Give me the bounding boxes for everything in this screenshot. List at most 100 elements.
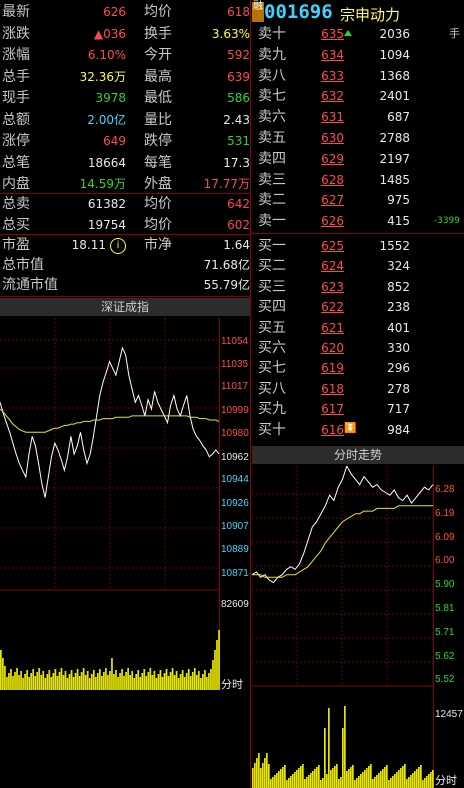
volume-bar — [199, 678, 202, 690]
volume-bar — [324, 728, 326, 788]
order-price[interactable]: 617 — [314, 399, 344, 420]
volume-bar — [310, 773, 312, 788]
order-price[interactable]: 624 — [314, 256, 344, 277]
order-price[interactable]: 631 — [314, 107, 344, 128]
volume-bar — [50, 677, 53, 690]
order-price[interactable]: 632 — [314, 86, 344, 107]
order-label: 卖九 — [258, 46, 286, 63]
y-axis-label: 6.19 — [435, 508, 455, 519]
order-row-buy[interactable]: 买六 620 330 — [252, 338, 464, 359]
field-value: 592 — [227, 48, 250, 62]
order-row-sell[interactable]: 卖八 633 1368 — [252, 66, 464, 87]
field-label: 均价 — [144, 196, 172, 212]
order-price[interactable]: 626 — [314, 211, 344, 232]
order-volume: 2401 — [379, 89, 410, 104]
volume-bar — [107, 675, 109, 690]
volume-bar — [159, 670, 162, 690]
order-row-sell[interactable]: 卖三 628 1485 — [252, 170, 464, 191]
divider — [0, 296, 251, 297]
field-value: 2.43 — [223, 112, 250, 127]
volume-bar — [316, 767, 318, 788]
order-row-sell[interactable]: 卖六 631 687 — [252, 107, 464, 128]
order-row-buy[interactable]: 买二 624 324 — [252, 256, 464, 277]
field-value: 71.68亿 — [203, 258, 250, 272]
intraday-chart[interactable] — [252, 466, 464, 788]
volume-bar — [189, 676, 192, 690]
order-row-buy[interactable]: 买五 621 401 — [252, 318, 464, 339]
volume-bar — [346, 771, 348, 788]
order-row-buy[interactable]: 买八 618 278 — [252, 379, 464, 400]
volume-bar — [165, 669, 168, 690]
volume-bar — [320, 780, 322, 788]
order-price[interactable]: 630 — [314, 128, 344, 149]
order-price[interactable]: 627 — [314, 190, 344, 211]
y-axis-label: 5.52 — [435, 674, 455, 685]
volume-bar — [364, 770, 366, 788]
volume-bar — [48, 670, 51, 690]
volume-bar — [121, 669, 123, 690]
quote-row: 市盈 18.11 i 市净 1.64 — [0, 235, 250, 256]
volume-bar — [117, 677, 119, 690]
volume-bar — [177, 678, 180, 690]
order-row-buy[interactable]: 买四 622 238 — [252, 297, 464, 318]
volume-bar — [113, 674, 115, 690]
field-value: 642 — [227, 197, 250, 211]
volume-bar — [418, 767, 420, 788]
field-label: 最低 — [144, 90, 172, 106]
y-axis-label: 5.81 — [435, 603, 455, 614]
order-row-sell[interactable]: 卖二 627 975 — [252, 190, 464, 211]
order-price[interactable]: 628 — [314, 170, 344, 191]
order-row-sell[interactable]: 卖五 630 2788 — [252, 128, 464, 149]
order-extra: -3399 — [433, 216, 460, 227]
order-row-buy[interactable]: 买七 619 296 — [252, 358, 464, 379]
field-value: 18.11 — [71, 238, 106, 252]
field-value: 6.10% — [87, 48, 126, 62]
order-price[interactable]: 635 — [314, 24, 344, 45]
volume-bar — [426, 776, 428, 788]
order-volume: 1094 — [379, 47, 410, 62]
volume-bar — [149, 668, 152, 690]
order-row-sell[interactable]: 卖一 626 415 -3399 — [252, 211, 464, 232]
order-price[interactable]: 625 — [314, 236, 344, 257]
order-price[interactable]: 634 — [314, 45, 344, 66]
order-price[interactable]: 620 — [314, 338, 344, 359]
order-row-sell[interactable]: 卖七 632 2401 — [252, 86, 464, 107]
order-row-buy[interactable]: 买一 625 1552 — [252, 236, 464, 257]
volume-bar — [26, 670, 28, 690]
volume-bar — [422, 780, 424, 788]
order-price[interactable]: 616 — [314, 420, 344, 441]
index-chart[interactable] — [0, 318, 250, 690]
field-value: 55.79亿 — [203, 278, 250, 292]
order-label: 卖十 — [258, 26, 286, 42]
intraday-chart-title[interactable]: 分时走势 — [252, 446, 464, 464]
info-icon[interactable]: i — [110, 238, 126, 254]
volume-bar — [296, 770, 298, 788]
y-axis-label: 10980 — [221, 428, 249, 439]
volume-bar — [179, 674, 182, 690]
order-price[interactable]: 623 — [314, 277, 344, 298]
order-price[interactable]: 633 — [314, 66, 344, 87]
volume-bar — [262, 763, 264, 788]
field-value: 586 — [227, 91, 250, 105]
order-price[interactable]: 629 — [314, 149, 344, 170]
order-price[interactable]: 622 — [314, 297, 344, 318]
volume-bar — [115, 670, 117, 690]
order-row-buy[interactable]: 买九 617 717 — [252, 399, 464, 420]
order-row-sell[interactable]: 卖四 629 2197 — [252, 149, 464, 170]
order-row-sell[interactable]: 卖九 634 1094 — [252, 45, 464, 66]
order-price[interactable]: 621 — [314, 318, 344, 339]
order-price[interactable]: 618 — [314, 379, 344, 400]
volume-bar — [430, 772, 432, 788]
order-row-sell[interactable]: 卖十 635 2036 手 — [252, 24, 464, 45]
order-volume: 687 — [387, 110, 410, 125]
order-row-buy[interactable]: 买三 623 852 — [252, 277, 464, 298]
quote-row: 流通市值 55.79亿 — [0, 275, 250, 296]
volume-bar — [70, 670, 73, 690]
volume-bar — [386, 765, 388, 788]
volume-bar — [408, 777, 410, 788]
order-row-buy[interactable]: 买十 616 984 ⏬ — [252, 420, 464, 441]
volume-bar — [195, 675, 198, 690]
order-price[interactable]: 619 — [314, 358, 344, 379]
volume-bar — [362, 772, 364, 788]
index-chart-title[interactable]: 深证成指 — [0, 298, 250, 316]
